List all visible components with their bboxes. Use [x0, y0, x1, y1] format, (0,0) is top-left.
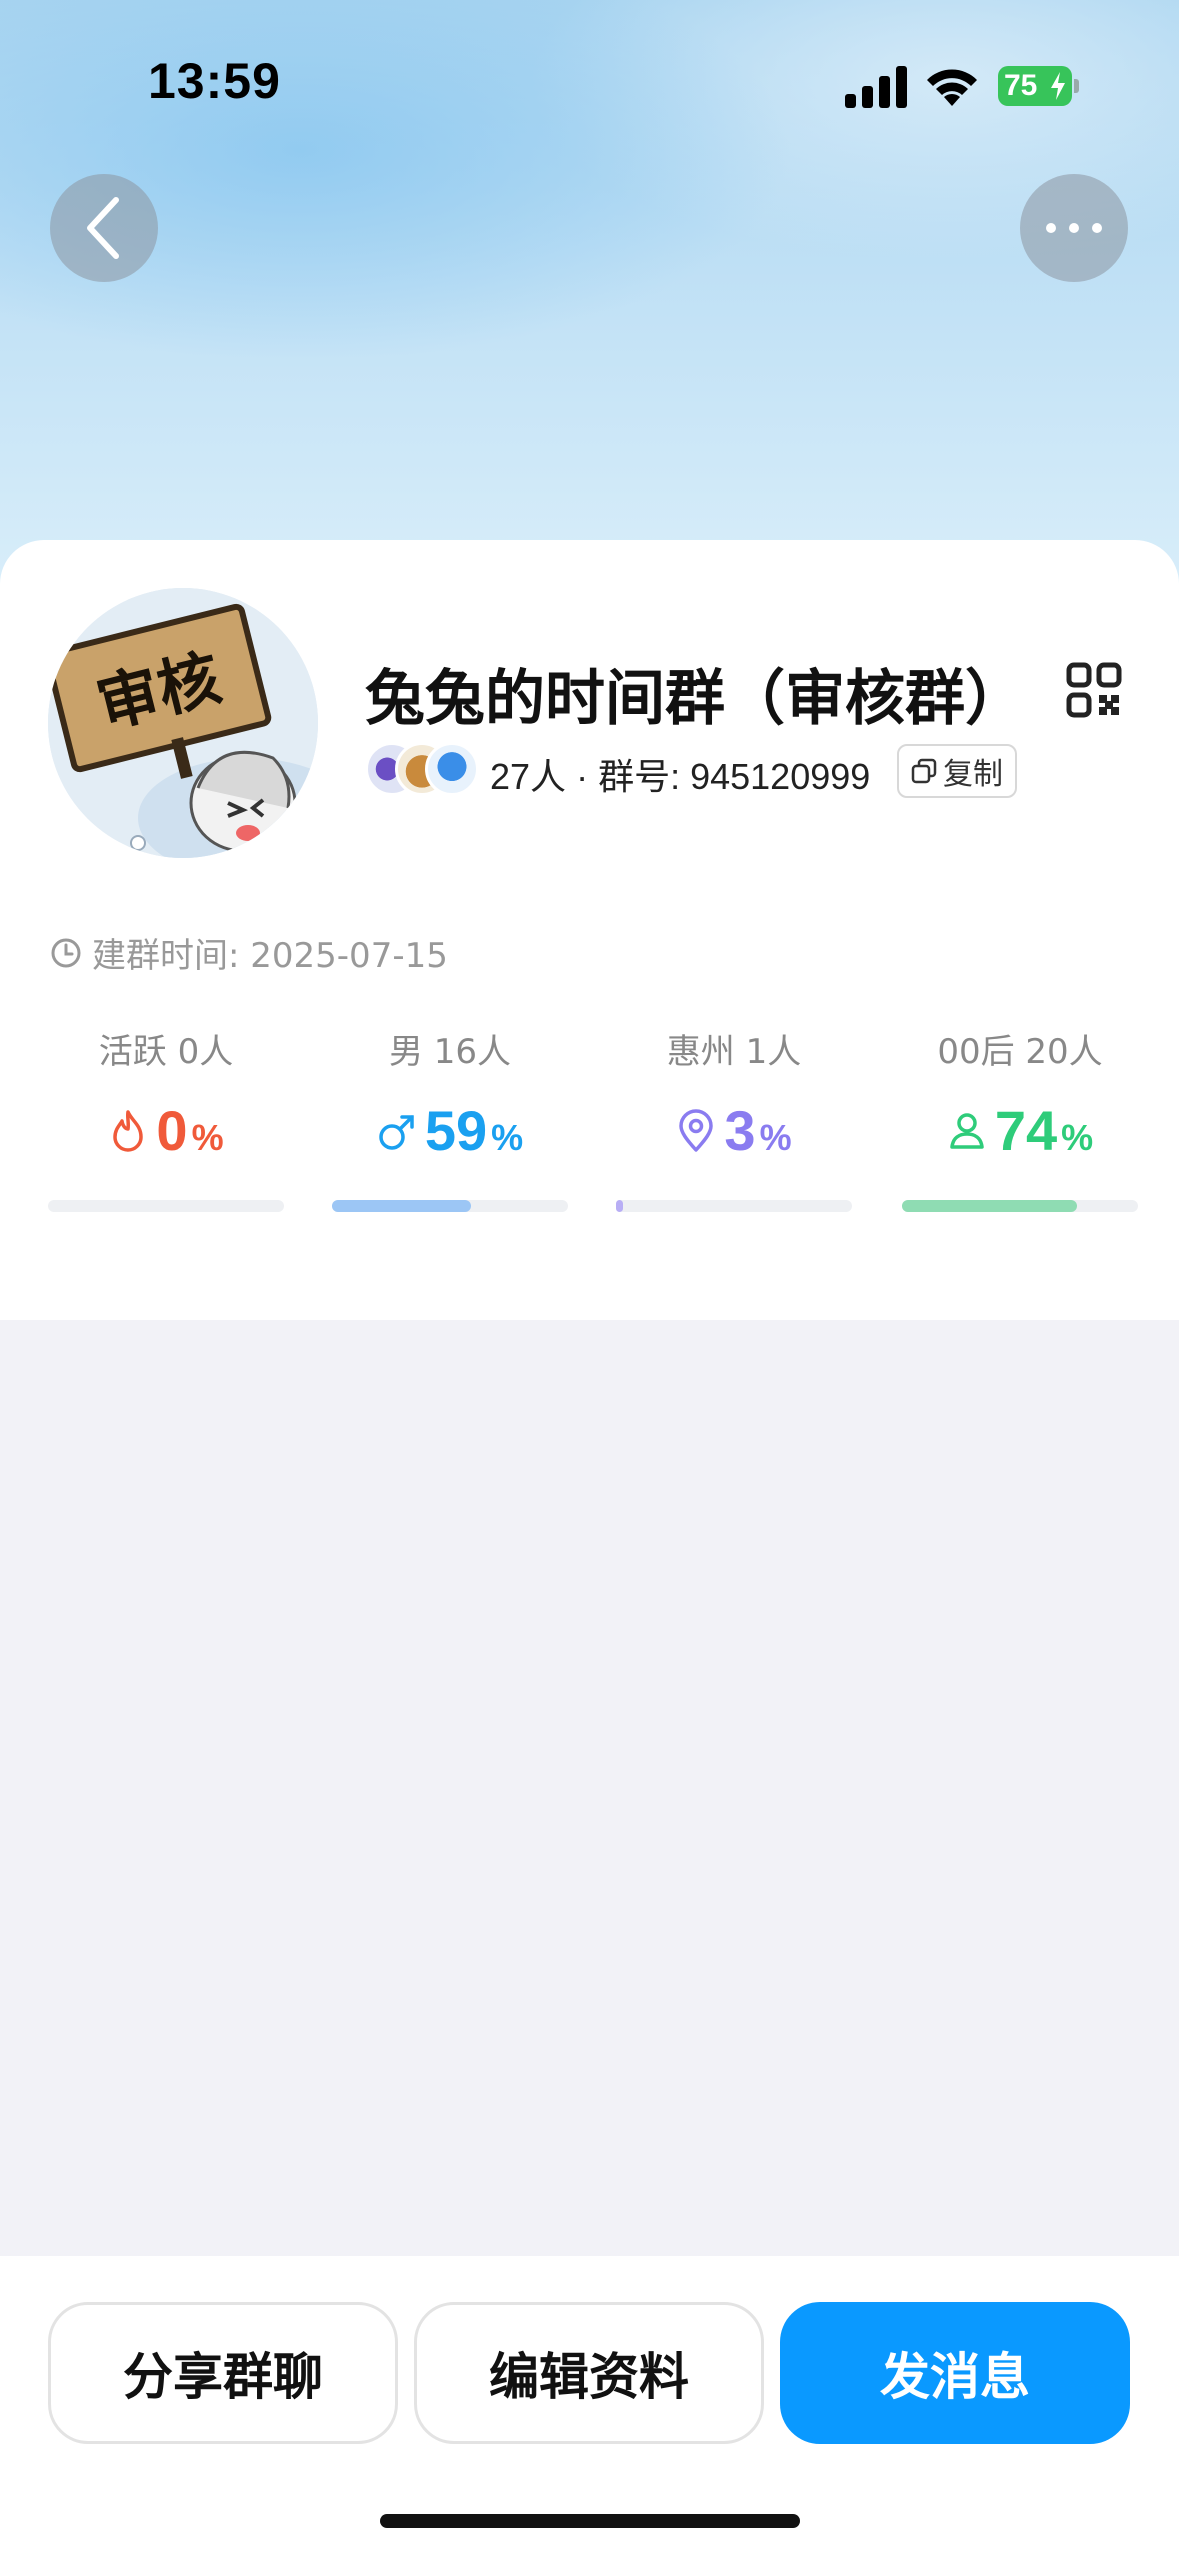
home-indicator: [380, 2514, 800, 2528]
stat-active[interactable]: 活跃 0人 0%: [48, 1024, 284, 1224]
stat-location[interactable]: 惠州 1人 3%: [616, 1024, 852, 1224]
group-avatar-image: 审核: [48, 588, 318, 858]
member-count[interactable]: 27人: [490, 756, 566, 797]
stat-value: 3%: [616, 1098, 852, 1163]
status-time: 13:59: [148, 53, 281, 109]
stat-value: 59%: [332, 1098, 568, 1163]
group-id: 群号: 945120999: [598, 756, 871, 797]
stat-bar: [902, 1200, 1138, 1212]
group-name: 兔兔的时间群（审核群）: [365, 664, 1025, 734]
share-group-button[interactable]: 分享群聊: [48, 2302, 398, 2444]
ellipsis-icon: [1046, 223, 1102, 233]
battery-level: 75: [1004, 69, 1038, 102]
more-options-button[interactable]: [1020, 174, 1128, 282]
wifi-icon: [927, 69, 977, 106]
location-pin-icon: [679, 1108, 714, 1152]
created-date-row: 建群时间: 2025-07-15: [50, 928, 448, 977]
stat-value: 74%: [902, 1098, 1138, 1163]
stat-male[interactable]: 男 16人 59%: [332, 1024, 568, 1224]
created-date: 建群时间: 2025-07-15: [92, 936, 448, 976]
stat-value: 0%: [48, 1098, 284, 1163]
group-avatar[interactable]: 审核: [48, 588, 318, 858]
member-avatar: [425, 742, 479, 796]
member-avatars[interactable]: [365, 742, 487, 798]
back-button[interactable]: [50, 174, 158, 282]
status-bar: 13:59 75: [0, 0, 1179, 170]
group-stats: 活跃 0人 0% 男 16人 59% 惠州 1人 3% 00后 20人 74 %: [48, 1024, 1138, 1224]
stat-bar: [332, 1200, 568, 1212]
copy-label: 复制: [943, 757, 1003, 792]
stat-label: 男 16人: [388, 1032, 512, 1072]
stat-age[interactable]: 00后 20人 74%: [902, 1024, 1138, 1224]
cellular-signal-icon: [845, 66, 907, 108]
stat-bar: [616, 1200, 852, 1212]
male-icon: [379, 1114, 414, 1150]
stat-label: 活跃 0人: [98, 1032, 234, 1072]
separator-dot: ·: [576, 756, 589, 797]
clock-icon: [51, 938, 81, 967]
battery-icon: 75: [998, 66, 1079, 106]
flame-icon: [113, 1109, 144, 1152]
chevron-left-icon: [87, 197, 119, 259]
member-info: 27人 · 群号: 945120999: [490, 748, 870, 800]
person-icon: [950, 1112, 984, 1149]
stat-bar: [48, 1200, 284, 1212]
qr-code-icon[interactable]: [1066, 662, 1122, 718]
copy-group-id-button[interactable]: 复制: [897, 744, 1017, 798]
send-message-button[interactable]: 发消息: [780, 2302, 1130, 2444]
stat-label: 00后 20人: [937, 1032, 1103, 1072]
stat-label: 惠州 1人: [666, 1032, 802, 1072]
edit-profile-button[interactable]: 编辑资料: [414, 2302, 764, 2444]
copy-icon: [911, 758, 937, 784]
